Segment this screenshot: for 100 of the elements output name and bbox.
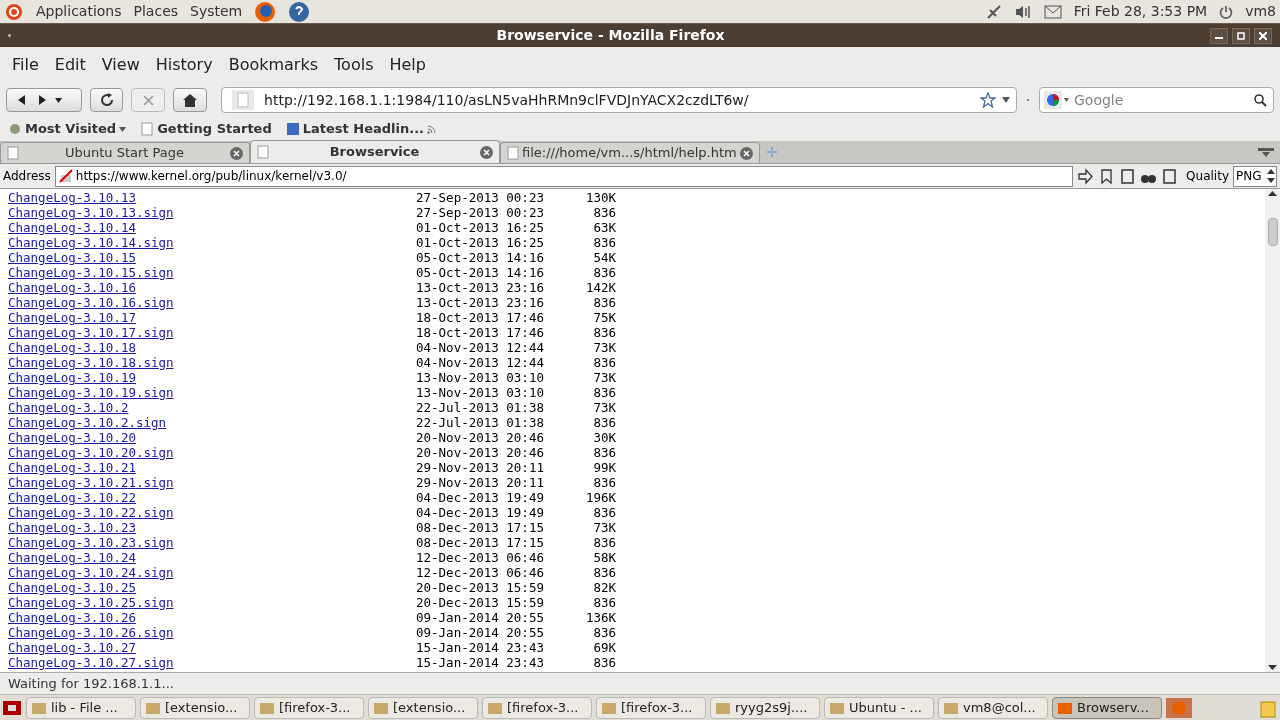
file-link[interactable]: ChangeLog-3.10.13	[8, 190, 416, 205]
file-link[interactable]: ChangeLog-3.10.25.sign	[8, 595, 416, 610]
scroll-thumb[interactable]	[1267, 218, 1278, 246]
panel-menu[interactable]: Places	[133, 1, 179, 22]
taskbar-button[interactable]: [extensio...	[140, 696, 250, 719]
home-button[interactable]	[173, 88, 208, 112]
browser-tab[interactable]: file:///home/vm...s/html/help.htm	[500, 142, 760, 163]
file-link[interactable]: ChangeLog-3.10.15	[8, 250, 416, 265]
file-link[interactable]: ChangeLog-3.10.26	[8, 610, 416, 625]
firefox-icon[interactable]	[254, 0, 277, 23]
volume-icon[interactable]	[1013, 3, 1032, 20]
panel-menu[interactable]: System	[190, 1, 243, 22]
user-name[interactable]: vm8	[1245, 1, 1276, 22]
file-size: 75K	[592, 310, 616, 325]
menu-item[interactable]: View	[93, 53, 148, 77]
panel-menu[interactable]: Applications	[36, 1, 122, 22]
modified-date: 12-Dec-2013 06:46	[416, 550, 545, 565]
taskbar-button[interactable]: [firefox-3...	[596, 696, 706, 719]
file-link[interactable]: ChangeLog-3.10.22	[8, 490, 416, 505]
modified-date: 13-Nov-2013 03:10	[416, 385, 545, 400]
minimize-button[interactable]	[1210, 27, 1228, 44]
bookmark-item[interactable]: Getting Started	[140, 119, 272, 139]
file-link[interactable]: ChangeLog-3.10.21.sign	[8, 475, 416, 490]
back-forward-button[interactable]	[6, 88, 82, 112]
search-input[interactable]: Google	[1074, 89, 1248, 111]
close-icon[interactable]	[739, 146, 753, 160]
menu-item[interactable]: Tools	[326, 53, 382, 77]
file-link[interactable]: ChangeLog-3.10.26.sign	[8, 625, 416, 640]
file-size: 836	[592, 325, 616, 340]
close-icon[interactable]	[480, 145, 493, 159]
file-link[interactable]: ChangeLog-3.10.15.sign	[8, 265, 416, 280]
url-field[interactable]: http://192.168.1.1:1984/110/asLN5vaHhRMn9clFVDJnYACX2czdLT6w/	[221, 87, 1017, 113]
close-button[interactable]	[1254, 27, 1272, 44]
file-link[interactable]: ChangeLog-3.10.17	[8, 310, 416, 325]
maximize-button[interactable]	[1232, 27, 1250, 44]
file-size: 58K	[592, 550, 616, 565]
taskbar-button[interactable]: Browserv...	[1052, 696, 1162, 719]
file-link[interactable]: ChangeLog-3.10.27.sign	[8, 655, 416, 670]
file-size: 836	[592, 505, 616, 520]
modified-date: 04-Nov-2013 12:44	[416, 355, 545, 370]
file-link[interactable]: ChangeLog-3.10.22.sign	[8, 505, 416, 520]
page-icon	[232, 90, 255, 110]
feed-icon	[427, 124, 437, 134]
file-link[interactable]: ChangeLog-3.10.19.sign	[8, 385, 416, 400]
reload-button[interactable]	[89, 88, 124, 112]
browser-tab[interactable]: Ubuntu Start Page	[0, 142, 250, 163]
menu-item[interactable]: File	[4, 53, 47, 77]
taskbar-button[interactable]: lib - File ...	[26, 696, 136, 719]
quality-select[interactable]: PNG	[1233, 165, 1277, 187]
firefox-icon[interactable]	[1166, 697, 1192, 718]
bookmark-item[interactable]: Most Visited	[8, 119, 127, 139]
file-link[interactable]: ChangeLog-3.10.17.sign	[8, 325, 416, 340]
network-icon[interactable]	[985, 3, 1002, 20]
show-desktop-icon[interactable]	[2, 698, 22, 717]
taskbar-button[interactable]: vm8@col...	[938, 696, 1048, 719]
tab-list-icon[interactable]	[1258, 148, 1274, 158]
bookmark-item[interactable]: Latest Headlin...	[285, 119, 437, 139]
power-icon[interactable]	[1219, 4, 1234, 19]
help-icon[interactable]	[288, 0, 311, 23]
search-field[interactable]: Google	[1039, 87, 1274, 113]
menu-item[interactable]: Help	[381, 53, 434, 77]
file-link[interactable]: ChangeLog-3.10.27	[8, 640, 416, 655]
mail-icon[interactable]	[1043, 4, 1062, 19]
file-link[interactable]: ChangeLog-3.10.18	[8, 340, 416, 355]
scrollbar[interactable]	[1265, 189, 1280, 672]
file-link[interactable]: ChangeLog-3.10.2	[8, 400, 416, 415]
taskbar-button[interactable]: Ubuntu - ...	[824, 696, 934, 719]
file-link[interactable]: ChangeLog-3.10.18.sign	[8, 355, 416, 370]
menu-item[interactable]: History	[147, 53, 221, 77]
file-link[interactable]: ChangeLog-3.10.14.sign	[8, 235, 416, 250]
ubuntu-logo-icon[interactable]	[4, 1, 24, 22]
close-icon[interactable]	[230, 146, 243, 160]
taskbar-button[interactable]: [firefox-3...	[482, 696, 592, 719]
clock[interactable]: Fri Feb 28, 3:53 PM	[1073, 1, 1208, 22]
file-link[interactable]: ChangeLog-3.10.20	[8, 430, 416, 445]
taskbar-button[interactable]: [extensio...	[368, 696, 478, 719]
file-link[interactable]: ChangeLog-3.10.2.sign	[8, 415, 416, 430]
file-link[interactable]: ChangeLog-3.10.23	[8, 520, 416, 535]
file-link[interactable]: ChangeLog-3.10.25	[8, 580, 416, 595]
file-size: 836	[592, 595, 616, 610]
file-link[interactable]: ChangeLog-3.10.24.sign	[8, 565, 416, 580]
file-link[interactable]: ChangeLog-3.10.20.sign	[8, 445, 416, 460]
taskbar-button[interactable]: [firefox-3...	[254, 696, 364, 719]
file-link[interactable]: ChangeLog-3.10.23.sign	[8, 535, 416, 550]
menu-item[interactable]: Bookmarks	[220, 53, 327, 77]
file-link[interactable]: ChangeLog-3.10.16	[8, 280, 416, 295]
file-link[interactable]: ChangeLog-3.10.16.sign	[8, 295, 416, 310]
menu-item[interactable]: Edit	[46, 53, 94, 77]
browser-tab[interactable]: Browservice	[250, 140, 500, 163]
file-link[interactable]: ChangeLog-3.10.24	[8, 550, 416, 565]
go-arrow-icon[interactable]	[1077, 167, 1095, 185]
file-link[interactable]: ChangeLog-3.10.19	[8, 370, 416, 385]
modified-date: 09-Jan-2014 20:55	[416, 625, 545, 640]
dropdown-icon	[119, 126, 127, 132]
address-field[interactable]: https://www.kernel.org/pub/linux/kernel/v3.0/	[54, 165, 1074, 187]
file-link[interactable]: ChangeLog-3.10.21	[8, 460, 416, 475]
taskbar-button[interactable]: ryyg2s9j....	[710, 696, 820, 719]
file-link[interactable]: ChangeLog-3.10.13.sign	[8, 205, 416, 220]
star-icon	[980, 92, 996, 108]
file-link[interactable]: ChangeLog-3.10.14	[8, 220, 416, 235]
